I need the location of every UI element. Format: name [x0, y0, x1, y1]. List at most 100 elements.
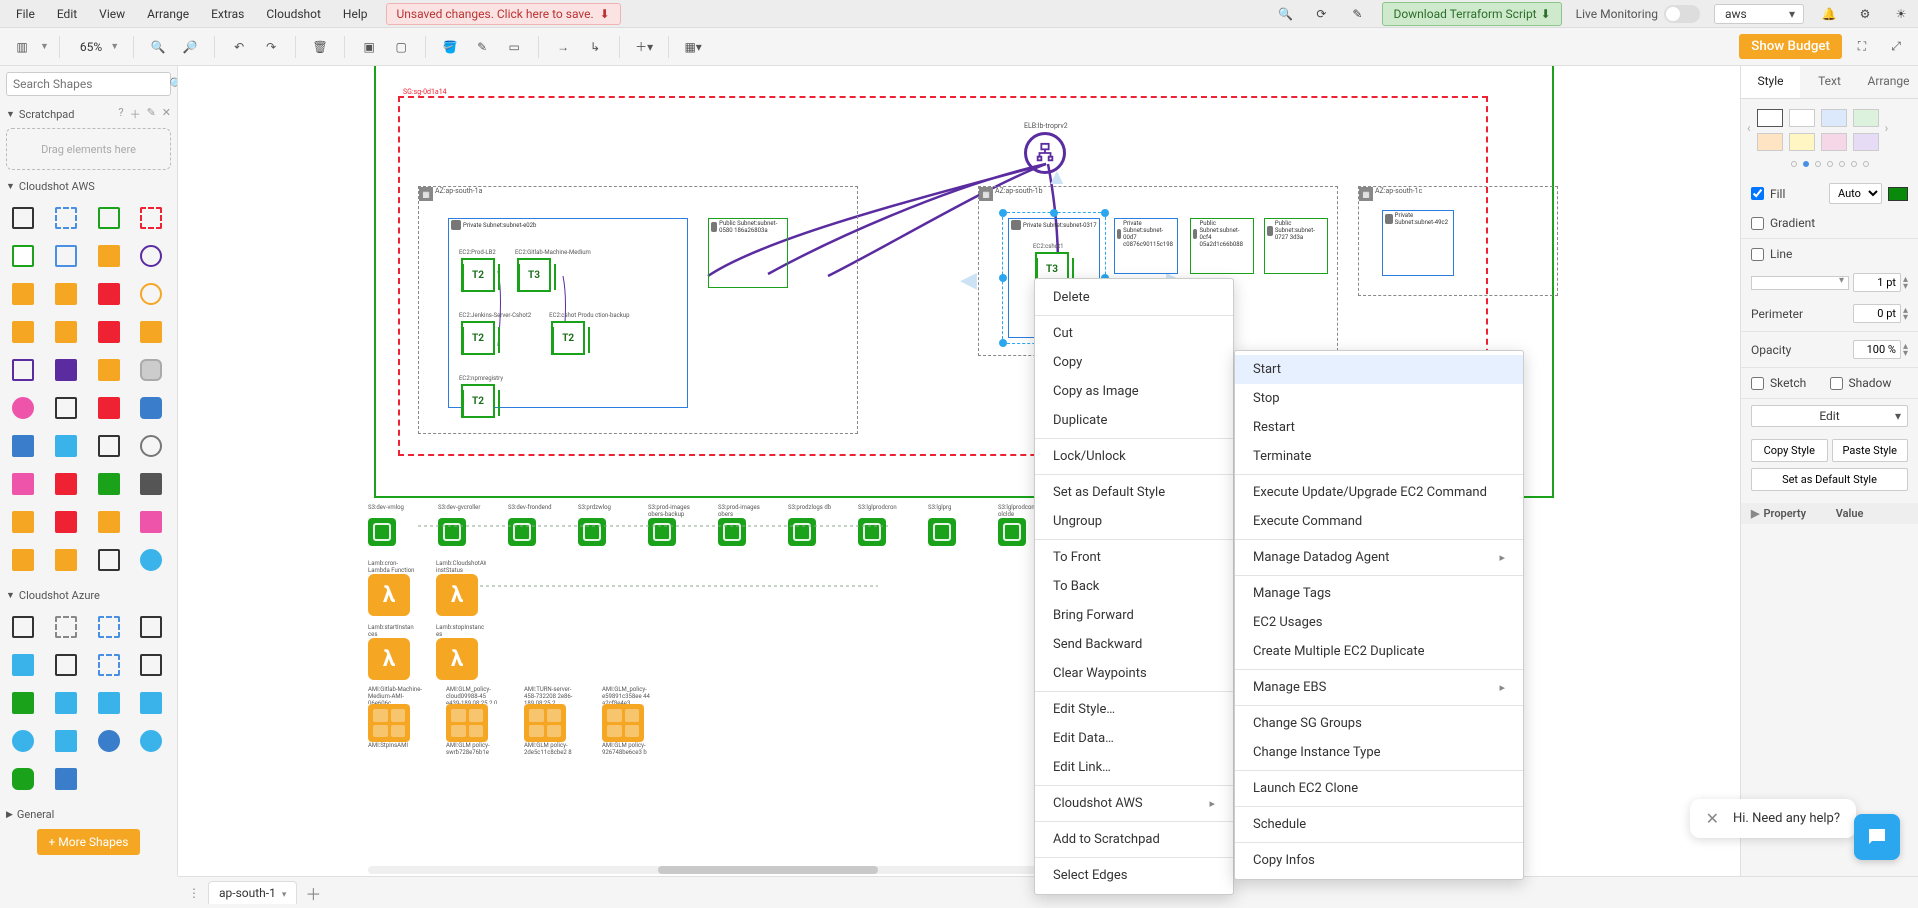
aws-create-duplicate[interactable]: Create Multiple EC2 Duplicate — [1235, 637, 1523, 666]
shape[interactable] — [51, 469, 81, 499]
fill-checkbox[interactable]: Fill — [1751, 187, 1829, 201]
context-edit-style[interactable]: Edit Style… — [1035, 695, 1233, 724]
settings-icon[interactable]: ⚙ — [1854, 3, 1876, 25]
lambda-function[interactable]: Lamb:CloudshotAWSLKS-instStatusλ — [436, 560, 486, 616]
shape[interactable] — [51, 650, 81, 680]
add-icon[interactable]: ＋ — [130, 106, 141, 122]
ec2-instance[interactable]: T2 — [461, 321, 495, 355]
shape[interactable] — [136, 241, 166, 271]
context-cloudshot-aws[interactable]: Cloudshot AWS — [1035, 789, 1233, 818]
fill-swatch-option[interactable] — [1853, 109, 1879, 127]
shape[interactable] — [51, 279, 81, 309]
shape[interactable] — [8, 241, 38, 271]
shape[interactable] — [8, 469, 38, 499]
sheet-tab[interactable]: ap-south-1 — [208, 881, 297, 904]
shape[interactable] — [94, 317, 124, 347]
subnet-public[interactable]: Public Subnet:subnet-0727 3d3a — [1264, 218, 1328, 274]
context-copy-as-image[interactable]: Copy as Image — [1035, 377, 1233, 406]
s3-bucket[interactable]: S3:lglprg — [928, 504, 978, 546]
tab-style[interactable]: Style — [1741, 66, 1800, 98]
aws-change-instance-type[interactable]: Change Instance Type — [1235, 738, 1523, 767]
aws-launch-clone[interactable]: Launch EC2 Clone — [1235, 774, 1523, 803]
aws-schedule[interactable]: Schedule — [1235, 810, 1523, 839]
s3-bucket[interactable]: S3:prdzwlog — [578, 504, 628, 546]
shape[interactable] — [8, 764, 38, 794]
download-terraform-button[interactable]: Download Terraform Script ⬇ — [1382, 2, 1561, 26]
lambda-function[interactable]: Lamb:stopInstanc esλ — [436, 624, 486, 680]
shape[interactable] — [94, 203, 124, 233]
move-arrow-left-icon[interactable]: ◀ — [960, 268, 977, 293]
context-add-scratchpad[interactable]: Add to Scratchpad — [1035, 825, 1233, 854]
ec2-instance[interactable]: T2 — [461, 258, 495, 292]
fill-swatch-option[interactable] — [1821, 133, 1847, 151]
search-shapes-field[interactable]: 🔍 — [6, 72, 171, 96]
page-layout-icon[interactable]: ▥ — [8, 33, 36, 61]
line-color-icon[interactable]: ✎ — [468, 33, 496, 61]
shape[interactable] — [136, 279, 166, 309]
caret-right-icon[interactable]: ▶ — [1751, 507, 1759, 520]
search-shapes-input[interactable] — [13, 77, 169, 91]
shape[interactable] — [94, 688, 124, 718]
ec2-instance[interactable]: T2 — [551, 321, 585, 355]
brush-icon[interactable]: ✎ — [1346, 3, 1368, 25]
fullscreen-icon[interactable]: ⛶ — [1848, 33, 1876, 61]
subnet-private[interactable]: Private Subnet:subnet-e02b EC2:Prod-LB2 … — [448, 218, 688, 408]
sheet-menu-icon[interactable]: ⋮ — [188, 886, 200, 900]
menu-file[interactable]: File — [6, 3, 45, 25]
ami[interactable]: AMI:GLM_policy-e59891c358ee 44 a2cf8e4e3… — [602, 686, 658, 760]
shape[interactable] — [136, 612, 166, 642]
shape[interactable] — [136, 650, 166, 680]
lambda-function[interactable]: Lamb:cron-Lambda Functionλ — [368, 560, 418, 616]
gradient-checkbox[interactable]: Gradient — [1751, 216, 1908, 230]
ami[interactable]: AMI:Gitlab-Machine-Medium-AMI-06e606cAMI… — [368, 686, 424, 760]
horizontal-scrollbar[interactable] — [368, 866, 1088, 874]
swatch-pager[interactable] — [1741, 157, 1918, 177]
aws-ec2-usages[interactable]: EC2 Usages — [1235, 608, 1523, 637]
undo-icon[interactable]: ↶ — [225, 33, 253, 61]
shape[interactable] — [51, 688, 81, 718]
shape[interactable] — [8, 545, 38, 575]
bell-icon[interactable]: 🔔 — [1818, 3, 1840, 25]
shape[interactable] — [8, 279, 38, 309]
fill-mode-select[interactable]: Auto — [1829, 183, 1882, 204]
subnet-private[interactable]: Private Subnet:subnet-00d7 c0876c90115c1… — [1114, 218, 1178, 274]
shape[interactable] — [94, 612, 124, 642]
zoom-in-icon[interactable]: 🔍 — [144, 33, 172, 61]
ec2-instance[interactable]: T2 — [461, 384, 495, 418]
subnet-private[interactable]: Private Subnet:subnet-49c2 — [1382, 210, 1454, 276]
shape[interactable] — [51, 545, 81, 575]
scratchpad-header[interactable]: ▼ Scratchpad ? ＋ ✎ ✕ — [6, 106, 171, 122]
add-icon[interactable]: ＋▾ — [630, 33, 658, 61]
tab-arrange[interactable]: Arrange — [1859, 66, 1918, 98]
aws-exec-update[interactable]: Execute Update/Upgrade EC2 Command — [1235, 478, 1523, 507]
set-default-style-button[interactable]: Set as Default Style — [1751, 468, 1908, 491]
fill-swatch-option[interactable] — [1789, 109, 1815, 127]
shape[interactable] — [8, 431, 38, 461]
context-edit-data[interactable]: Edit Data… — [1035, 724, 1233, 753]
scratchpad-dropzone[interactable]: Drag elements here — [6, 128, 171, 170]
context-cut[interactable]: Cut — [1035, 319, 1233, 348]
waypoint-icon[interactable]: ↳ — [581, 33, 609, 61]
context-ungroup[interactable]: Ungroup — [1035, 507, 1233, 536]
fill-swatch-option[interactable] — [1853, 133, 1879, 151]
tab-text[interactable]: Text — [1800, 66, 1859, 98]
shape[interactable] — [136, 203, 166, 233]
shape[interactable] — [136, 507, 166, 537]
aws-manage-ebs[interactable]: Manage EBS — [1235, 673, 1523, 702]
move-arrow-up-icon[interactable]: ▲ — [1046, 164, 1068, 190]
s3-bucket[interactable]: S3:lglprodcron — [858, 504, 908, 546]
menu-arrange[interactable]: Arrange — [137, 3, 199, 25]
fill-swatch-option[interactable] — [1757, 109, 1783, 127]
shape[interactable] — [51, 431, 81, 461]
shape[interactable] — [51, 393, 81, 423]
shape[interactable] — [136, 431, 166, 461]
shape[interactable] — [51, 241, 81, 271]
redo-icon[interactable]: ↷ — [257, 33, 285, 61]
shape[interactable] — [136, 393, 166, 423]
shape[interactable] — [94, 545, 124, 575]
shadow-icon[interactable]: ▭ — [500, 33, 528, 61]
scroll-thumb[interactable] — [658, 866, 878, 874]
shape[interactable] — [51, 612, 81, 642]
to-front-icon[interactable]: ▣ — [355, 33, 383, 61]
context-to-back[interactable]: To Back — [1035, 572, 1233, 601]
